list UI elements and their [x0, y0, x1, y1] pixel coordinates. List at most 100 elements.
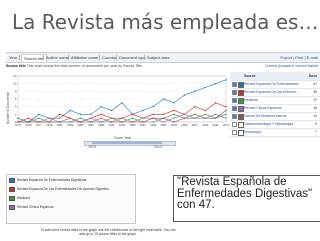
data-point[interactable] [204, 117, 206, 119]
selection-note: To add more source titles to the graph u… [40, 228, 176, 237]
row-checkbox[interactable] [232, 98, 237, 103]
data-point[interactable] [173, 113, 175, 116]
data-point[interactable] [58, 121, 61, 123]
row-source-name[interactable]: Revista Espanola De Enfermedades [244, 80, 299, 88]
data-point[interactable] [121, 117, 123, 119]
data-point[interactable] [90, 117, 92, 119]
data-point[interactable] [38, 113, 40, 116]
data-point[interactable] [214, 82, 217, 85]
data-point[interactable] [183, 113, 186, 116]
data-point[interactable] [162, 121, 165, 123]
data-point[interactable] [58, 113, 61, 116]
print-button[interactable]: Print [295, 55, 303, 60]
series-color-swatch [238, 122, 244, 128]
data-point[interactable] [162, 113, 165, 116]
row-source-name[interactable]: Medicina [244, 96, 258, 104]
data-point[interactable] [110, 117, 113, 119]
data-point[interactable] [152, 121, 154, 123]
row-checkbox[interactable] [232, 106, 237, 111]
data-point[interactable] [27, 117, 30, 119]
data-point[interactable] [100, 113, 102, 116]
data-point[interactable] [225, 117, 227, 119]
data-point[interactable] [79, 113, 82, 116]
data-point[interactable] [100, 117, 102, 119]
data-point[interactable] [38, 121, 40, 123]
row-checkbox[interactable] [232, 122, 237, 127]
data-point[interactable] [110, 121, 113, 123]
data-point[interactable] [173, 102, 175, 104]
data-point[interactable] [110, 109, 113, 112]
data-point[interactable] [204, 86, 206, 89]
data-point[interactable] [69, 117, 71, 119]
data-point[interactable] [152, 105, 154, 108]
row-checkbox[interactable] [232, 82, 237, 87]
data-point[interactable] [225, 105, 227, 108]
data-point[interactable] [214, 117, 217, 119]
data-point[interactable] [173, 109, 175, 112]
data-point[interactable] [27, 121, 30, 123]
email-button[interactable]: E-mail [307, 55, 318, 60]
tab-document-type[interactable]: Document type [119, 54, 146, 61]
data-point[interactable] [204, 109, 206, 112]
tab-subject-area[interactable]: Subject area [147, 54, 169, 61]
data-point[interactable] [131, 113, 134, 116]
data-point[interactable] [194, 105, 196, 108]
data-point[interactable] [183, 117, 186, 119]
data-point[interactable] [90, 121, 92, 123]
row-source-name[interactable]: Revista Clinica Espanola [244, 104, 282, 112]
row-source-name[interactable]: Gastroenterologia Y Hepatologia [244, 120, 293, 128]
data-point[interactable] [225, 109, 227, 112]
data-point[interactable] [173, 121, 175, 123]
row-checkbox[interactable] [232, 90, 237, 95]
data-point[interactable] [142, 121, 144, 123]
row-source-name[interactable]: Gaceta De Medicina Interna [244, 112, 286, 120]
data-point[interactable] [17, 121, 19, 123]
row-checkbox[interactable] [232, 114, 237, 119]
export-button[interactable]: Export [280, 55, 292, 60]
data-point[interactable] [69, 121, 71, 123]
data-point[interactable] [48, 117, 50, 119]
data-point[interactable] [69, 109, 71, 112]
data-point[interactable] [121, 121, 123, 123]
source-row-right-link[interactable]: Current journals in current thicket [265, 63, 318, 70]
tab-country[interactable]: Country [102, 54, 116, 61]
table-row[interactable]: Endoscopy 7 [230, 128, 320, 137]
tab-author-name[interactable]: Author name [46, 54, 69, 61]
data-point[interactable] [194, 90, 196, 93]
tab-divider [116, 55, 117, 60]
tab-affiliation-name[interactable]: Affiliation name [71, 54, 98, 61]
data-point[interactable] [17, 117, 19, 119]
data-point[interactable] [121, 102, 123, 104]
data-point[interactable] [173, 117, 175, 119]
data-point[interactable] [142, 117, 144, 119]
data-point[interactable] [58, 117, 61, 119]
data-point[interactable] [183, 94, 186, 96]
row-source-name[interactable]: Endoscopy [244, 128, 261, 136]
data-point[interactable] [100, 121, 102, 123]
data-point[interactable] [152, 113, 154, 116]
data-point[interactable] [38, 117, 40, 119]
data-point[interactable] [204, 113, 206, 116]
data-point[interactable] [225, 113, 227, 116]
data-point[interactable] [79, 117, 82, 119]
data-point[interactable] [194, 117, 196, 119]
data-point[interactable] [79, 121, 82, 123]
data-point[interactable] [48, 121, 50, 123]
data-point[interactable] [194, 113, 196, 116]
year-range-selection[interactable] [92, 141, 162, 144]
data-point[interactable] [152, 117, 154, 119]
row-source-name[interactable]: Revista Espanola De Las Enferme... [244, 88, 299, 96]
data-point[interactable] [100, 105, 102, 108]
data-point[interactable] [162, 98, 165, 100]
data-point[interactable] [214, 113, 217, 116]
legend-label: Revista Espanola De Enfermedades Digesti… [17, 178, 87, 182]
data-point[interactable] [225, 79, 227, 81]
data-point[interactable] [90, 113, 92, 116]
data-point[interactable] [162, 117, 165, 119]
row-checkbox[interactable] [232, 130, 237, 135]
data-point[interactable] [142, 109, 144, 112]
tab-year[interactable]: Year [9, 54, 17, 61]
data-point[interactable] [214, 102, 217, 104]
data-point[interactable] [131, 121, 134, 123]
data-point[interactable] [131, 117, 134, 119]
